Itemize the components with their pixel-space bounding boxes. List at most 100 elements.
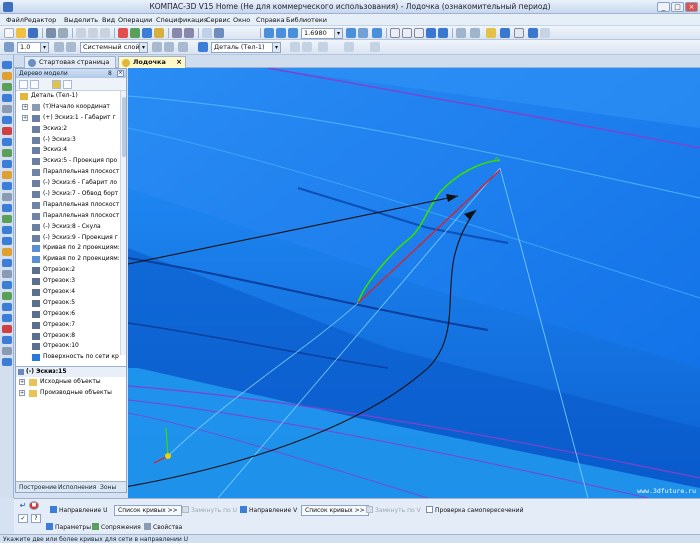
snap-icon[interactable] xyxy=(470,28,480,38)
tool-icon[interactable] xyxy=(2,303,12,311)
tool-icon[interactable] xyxy=(2,226,12,234)
tab-zones[interactable]: Зоны xyxy=(100,483,116,492)
filter-icon[interactable] xyxy=(456,28,466,38)
tree-item[interactable]: Отрезок:8 xyxy=(16,331,126,342)
copy-icon[interactable] xyxy=(88,28,98,38)
tree-item[interactable]: (-) Эскиз:7 - Обвод борт xyxy=(16,189,126,200)
tree-item[interactable]: + Производные объекты xyxy=(16,388,126,399)
tab-start-page[interactable]: Стартовая страница xyxy=(24,56,116,68)
tab-parameters[interactable]: Параметры xyxy=(46,523,91,534)
shaded-icon[interactable] xyxy=(426,28,436,38)
new-icon[interactable] xyxy=(4,28,14,38)
undo-icon[interactable] xyxy=(172,28,182,38)
tree-item[interactable]: (-) Эскиз:6 - Габарит ло xyxy=(16,178,126,189)
wireframe-icon[interactable] xyxy=(402,28,412,38)
tree-filter-icon[interactable] xyxy=(52,80,61,89)
tab-lodochka[interactable]: Лодочка × xyxy=(118,56,186,68)
ortho-icon[interactable] xyxy=(164,42,174,52)
menu-libraries[interactable]: Библиотеки xyxy=(286,16,327,24)
tool-icon[interactable] xyxy=(2,336,12,344)
tree-item[interactable]: + (+) Эскиз:1 - Габарит г xyxy=(16,113,126,124)
tool-icon[interactable] xyxy=(2,325,12,333)
part-state-icon[interactable] xyxy=(198,42,208,52)
manager-icon[interactable] xyxy=(118,28,128,38)
tool-icon[interactable] xyxy=(2,105,12,113)
expand-icon[interactable]: + xyxy=(22,103,28,110)
menu-window[interactable]: Окно xyxy=(233,16,250,24)
hidden-lines-icon[interactable] xyxy=(414,28,424,38)
cut-plane-icon[interactable] xyxy=(370,42,380,52)
tool-icon[interactable] xyxy=(2,61,12,69)
tool-icon[interactable] xyxy=(2,160,12,168)
part-icon[interactable] xyxy=(500,28,510,38)
shaded-edges-icon[interactable] xyxy=(438,28,448,38)
view-orient-icon[interactable] xyxy=(390,28,400,38)
tool-icon[interactable] xyxy=(2,182,12,190)
zoom-window-icon[interactable] xyxy=(288,28,298,38)
redo-icon[interactable] xyxy=(184,28,194,38)
tool-icon[interactable] xyxy=(2,347,12,355)
rotate-icon[interactable] xyxy=(372,28,382,38)
tree-item[interactable]: Параллельная плоскост xyxy=(16,167,126,178)
layer-icon[interactable] xyxy=(66,42,76,52)
close-u-checkbox[interactable]: Замкнуть по U xyxy=(182,506,237,517)
back-arrow-icon[interactable]: ↵ xyxy=(18,502,28,511)
tree-root[interactable]: Деталь (Тел-1) xyxy=(16,91,126,102)
zoom-field[interactable]: 1.6980 ▾ xyxy=(301,28,343,39)
tree-item[interactable]: Отрезок:6 xyxy=(16,309,126,320)
menu-view[interactable]: Вид xyxy=(102,16,115,24)
tab-construction[interactable]: Построение xyxy=(19,483,57,492)
pointer-icon[interactable] xyxy=(214,28,224,38)
paste-icon[interactable] xyxy=(100,28,110,38)
tab-properties[interactable]: Свойства xyxy=(144,523,182,534)
tool-icon[interactable] xyxy=(2,270,12,278)
tree-item[interactable]: Эскиз:2 xyxy=(16,124,126,135)
tool-icon[interactable] xyxy=(2,127,12,135)
scale-field[interactable]: 1.0 ▾ xyxy=(17,42,49,53)
menu-file[interactable]: Файл xyxy=(6,16,24,24)
help-icon[interactable]: ? xyxy=(31,514,41,523)
menu-operations[interactable]: Операции xyxy=(118,16,152,24)
tree-item[interactable]: (-) Эскиз:8 - Скула xyxy=(16,222,126,233)
open-icon[interactable] xyxy=(16,28,26,38)
tree-item[interactable]: (-) Эскиз:9 - Проекция г xyxy=(16,233,126,244)
triad-icon[interactable] xyxy=(318,42,328,52)
pan-icon[interactable] xyxy=(358,28,368,38)
orientation-icon[interactable] xyxy=(290,42,300,52)
tool-icon[interactable] xyxy=(2,237,12,245)
lock-icon[interactable] xyxy=(54,42,64,52)
tree-sort-icon[interactable] xyxy=(30,80,39,89)
tool-icon[interactable] xyxy=(2,248,12,256)
tree-item[interactable]: Эскиз:5 - Проекция про xyxy=(16,156,126,167)
zoom-in-icon[interactable] xyxy=(276,28,286,38)
settings-icon[interactable] xyxy=(540,28,550,38)
close-panel-icon[interactable]: × xyxy=(117,70,124,77)
expand-icon[interactable]: + xyxy=(22,114,28,121)
tree-item[interactable]: Кривая по 2 проекциям: xyxy=(16,254,126,265)
tree-item[interactable]: (-) Эскиз:3 xyxy=(16,135,126,146)
part-field[interactable]: Деталь (Тел-1) ▾ xyxy=(211,42,281,53)
tool-icon[interactable] xyxy=(2,259,12,267)
tool-icon[interactable] xyxy=(2,281,12,289)
tree-item[interactable]: Отрезок:3 xyxy=(16,276,126,287)
stop-icon[interactable]: ■ xyxy=(29,501,39,510)
tree-options-icon[interactable] xyxy=(63,80,72,89)
tree-item[interactable]: + (т)Начало координат xyxy=(16,102,126,113)
section-icon[interactable] xyxy=(344,42,354,52)
close-v-checkbox[interactable]: Замкнуть по V xyxy=(366,506,421,517)
close-tab-icon[interactable]: × xyxy=(176,57,182,68)
tool-icon[interactable] xyxy=(2,72,12,80)
menu-select[interactable]: Выделить xyxy=(64,16,98,24)
save-icon[interactable] xyxy=(28,28,38,38)
tool-icon[interactable] xyxy=(2,83,12,91)
tree-item[interactable]: Отрезок:4 xyxy=(16,287,126,298)
grid-icon[interactable] xyxy=(152,42,162,52)
tool-icon[interactable] xyxy=(2,94,12,102)
self-intersection-checkbox[interactable]: Проверка самопересечений xyxy=(426,506,523,517)
tree-item[interactable]: Отрезок:7 xyxy=(16,320,126,331)
minimize-button[interactable]: _ xyxy=(657,2,670,12)
tree-item[interactable]: + Исходные объекты xyxy=(16,377,126,388)
tool-icon[interactable] xyxy=(2,193,12,201)
tree-item[interactable]: Параллельная плоскост xyxy=(16,200,126,211)
curves-u-button[interactable]: Список кривых >> xyxy=(114,505,182,516)
